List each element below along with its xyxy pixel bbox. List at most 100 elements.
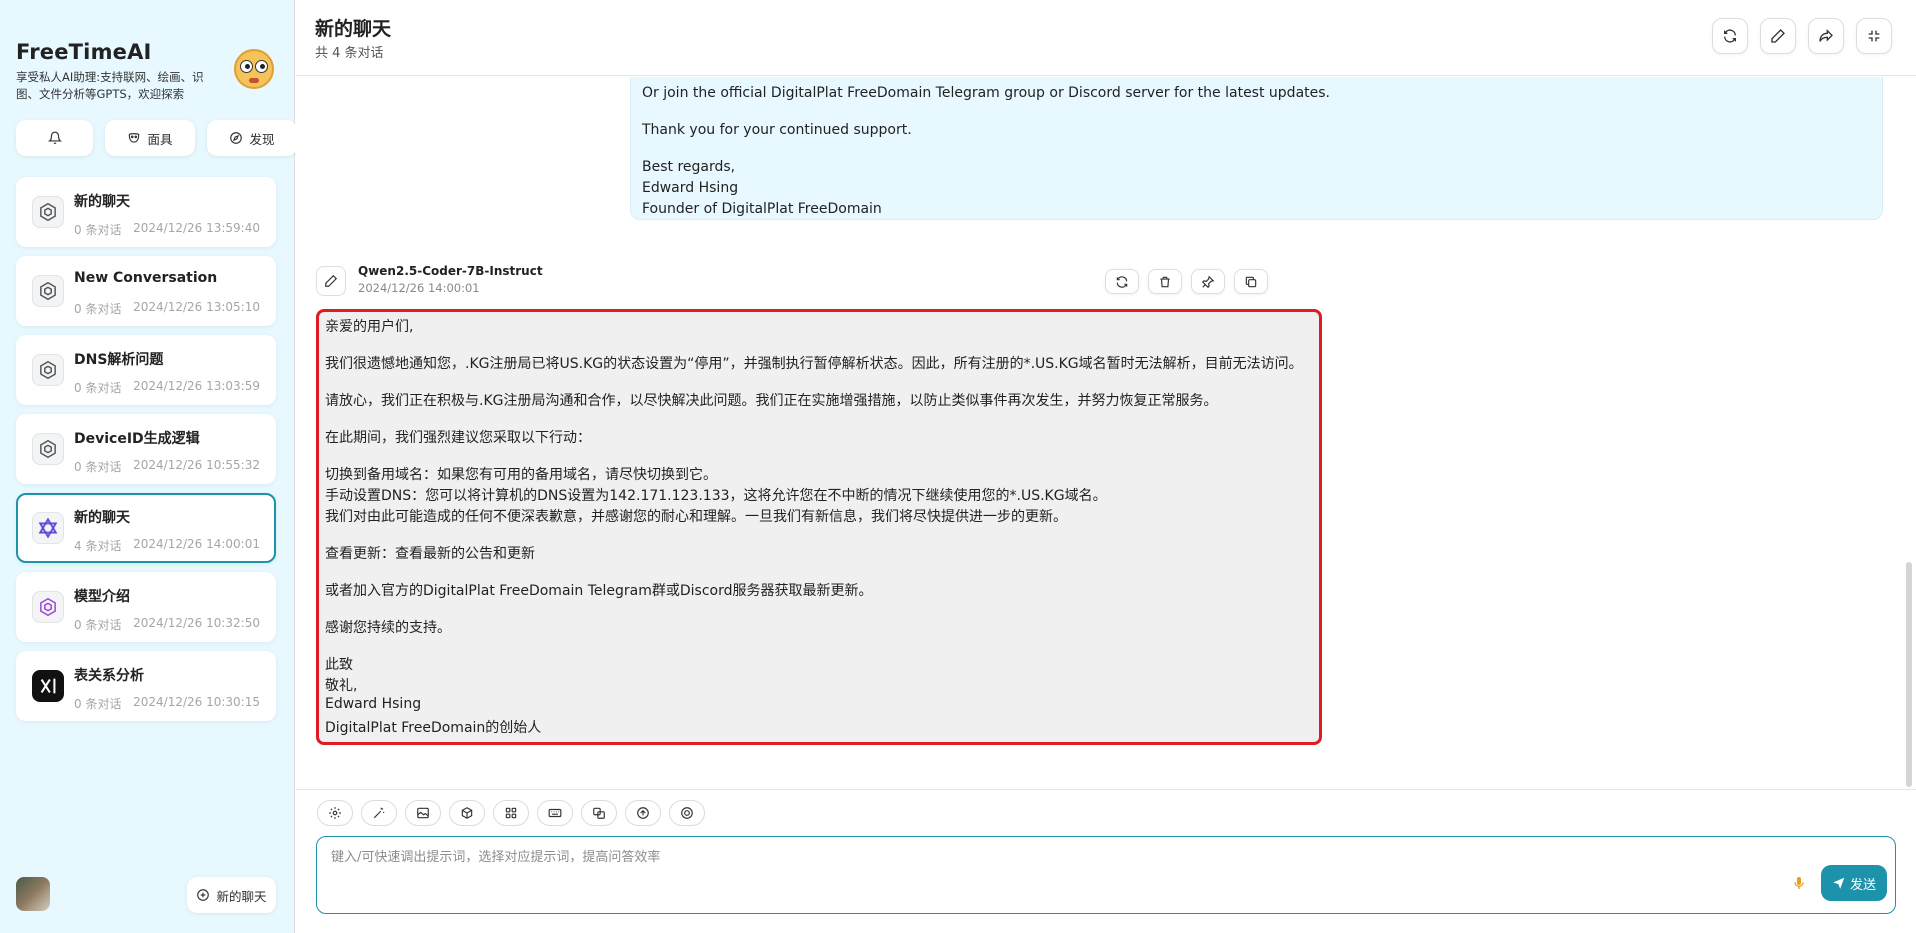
message-text: Edward Hsing: [642, 180, 739, 196]
edit-avatar-button[interactable]: [316, 266, 346, 296]
refresh-icon: [1724, 29, 1736, 43]
magic-wand-icon: [373, 807, 385, 819]
sidebar: FreeTimeAI 享受私人AI助理:支持联网、绘画、识图、文件分析等GPTS…: [0, 0, 297, 933]
fullscreen-button[interactable]: [1856, 18, 1892, 54]
bell-icon: [47, 131, 62, 144]
pencil-icon: [1771, 29, 1785, 43]
sidebar-bottom: 新的聊天: [16, 877, 276, 913]
message-text: 此致: [325, 657, 353, 673]
chat-item[interactable]: New Conversation 0 条对话 2024/12/26 13:05:…: [16, 256, 276, 326]
share-button[interactable]: [1808, 18, 1844, 54]
chat-input[interactable]: [317, 837, 1895, 913]
shortcut-tool-button[interactable]: [537, 800, 573, 826]
user-avatar[interactable]: [16, 877, 50, 911]
chat-count: 0 条对话: [74, 302, 122, 316]
edit-button[interactable]: [1760, 18, 1796, 54]
copy-icon: [1245, 276, 1257, 287]
microphone-icon[interactable]: [1791, 874, 1807, 892]
message-text: 请放心，我们正在积极与.KG注册局沟通和合作，以尽快解决此问题。我们正在实施增强…: [325, 393, 1218, 409]
mask-button[interactable]: 面具: [105, 120, 195, 156]
app-subtitle: 享受私人AI助理:支持联网、绘画、识图、文件分析等GPTS，欢迎探索: [16, 70, 204, 101]
gear-icon: [329, 807, 341, 819]
chat-item[interactable]: 新的聊天 0 条对话 2024/12/26 13:59:40: [16, 177, 276, 247]
chat-count: 0 条对话: [74, 460, 122, 474]
refresh-icon: [1116, 275, 1128, 288]
compass-icon: [230, 132, 243, 144]
app-name: FreeTimeAI: [16, 40, 152, 64]
chat-time: 2024/12/26 10:32:50: [133, 616, 260, 630]
message-text: 在此期间，我们强烈建议您采取以下行动：: [325, 430, 591, 446]
message-text: Thank you for your continued support.: [642, 122, 912, 138]
message-text: 亲爱的用户们,: [325, 319, 414, 335]
upload-icon: [637, 807, 649, 819]
message-text: 查看更新：查看最新的公告和更新: [325, 546, 535, 562]
chat-count: 0 条对话: [74, 618, 122, 632]
chat-time: 2024/12/26 13:05:10: [133, 300, 260, 314]
message-text: Best regards,: [642, 159, 736, 175]
bot-message: 亲爱的用户们, 我们很遗憾地通知您，.KG注册局已将US.KG的状态设置为“停用…: [316, 309, 1322, 745]
message-text: 敬礼,: [325, 678, 358, 694]
plugins-tool-button[interactable]: [493, 800, 529, 826]
chat-item[interactable]: DNS解析问题 0 条对话 2024/12/26 13:03:59: [16, 335, 276, 405]
chat-item-active[interactable]: 新的聊天 4 条对话 2024/12/26 14:00:01: [16, 493, 276, 563]
message-count: 共 4 条对话: [315, 46, 384, 61]
model-tool-button[interactable]: [449, 800, 485, 826]
chat-header: 新的聊天 共 4 条对话: [296, 0, 1916, 76]
header-actions: [1712, 18, 1892, 54]
delete-button[interactable]: [1148, 269, 1182, 294]
send-label: 发送: [1849, 877, 1876, 893]
chat-count: 0 条对话: [74, 223, 122, 237]
upload-tool-button[interactable]: [625, 800, 661, 826]
chat-time: 2024/12/26 13:03:59: [133, 379, 260, 393]
message-date: 2024/12/26 14:00:01: [358, 281, 480, 295]
prompt-tool-button[interactable]: [361, 800, 397, 826]
discover-label: 发现: [249, 131, 275, 147]
message-list: Or join the official DigitalPlat FreeDom…: [296, 77, 1916, 789]
page-title[interactable]: 新的聊天: [315, 14, 391, 41]
chat-item[interactable]: DeviceID生成逻辑 0 条对话 2024/12/26 10:55:32: [16, 414, 276, 484]
message-text: Edward Hsing: [325, 696, 422, 712]
image-tool-button[interactable]: [405, 800, 441, 826]
discover-button[interactable]: 发现: [207, 120, 297, 156]
chat-title: 新的聊天: [74, 194, 130, 210]
keyboard-icon: [548, 808, 562, 818]
chat-time: 2024/12/26 10:55:32: [133, 458, 260, 472]
mask-icon: [129, 133, 140, 143]
notification-button[interactable]: [16, 120, 93, 156]
chat-title: 新的聊天: [74, 510, 130, 526]
send-button[interactable]: 发送: [1821, 865, 1887, 901]
scrollbar[interactable]: [1906, 562, 1912, 787]
chat-title: 表关系分析: [74, 668, 144, 684]
message-text: 切换到备用域名：如果您有可用的备用域名，请尽快切换到它。: [325, 467, 717, 483]
collapse-icon: [1868, 30, 1880, 42]
chat-item[interactable]: 表关系分析 0 条对话 2024/12/26 10:30:15: [16, 651, 276, 721]
new-chat-label: 新的聊天: [216, 888, 267, 904]
bot-message-meta: Qwen2.5-Coder-7B-Instruct 2024/12/26 14:…: [316, 264, 1322, 300]
refresh-button[interactable]: [1712, 18, 1748, 54]
brand: FreeTimeAI 享受私人AI助理:支持联网、绘画、识图、文件分析等GPTS…: [16, 40, 241, 103]
chat-time: 2024/12/26 10:30:15: [133, 695, 260, 709]
sidebar-actions: 面具 发现: [16, 120, 297, 156]
emoji-logo-icon: [234, 49, 274, 89]
settings-tool-button[interactable]: [317, 800, 353, 826]
copy-button[interactable]: [1234, 269, 1268, 294]
chat-title: 模型介绍: [74, 589, 130, 605]
message-text: 手动设置DNS：您可以将计算机的DNS设置为142.171.123.133，这将…: [325, 488, 1107, 504]
new-chat-button[interactable]: 新的聊天: [187, 877, 276, 913]
chat-title: New Conversation: [74, 270, 218, 286]
message-text: 我们很遗憾地通知您，.KG注册局已将US.KG的状态设置为“停用”，并强制执行暂…: [325, 356, 1303, 372]
pin-icon: [1201, 275, 1215, 288]
openai-icon: [32, 196, 64, 228]
main-panel: 新的聊天 共 4 条对话 Or join the official Digita…: [296, 0, 1916, 933]
regenerate-button[interactable]: [1105, 269, 1139, 294]
translate-icon: [593, 807, 605, 819]
share-icon: [1819, 29, 1833, 42]
chat-count: 0 条对话: [74, 697, 122, 711]
translate-tool-button[interactable]: [581, 800, 617, 826]
grid-icon: [505, 807, 517, 819]
pin-button[interactable]: [1191, 269, 1225, 294]
chat-item[interactable]: 模型介绍 0 条对话 2024/12/26 10:32:50: [16, 572, 276, 642]
voice-tool-button[interactable]: [669, 800, 705, 826]
chat-title: DNS解析问题: [74, 352, 164, 368]
chat-input-box: 发送: [316, 836, 1896, 914]
